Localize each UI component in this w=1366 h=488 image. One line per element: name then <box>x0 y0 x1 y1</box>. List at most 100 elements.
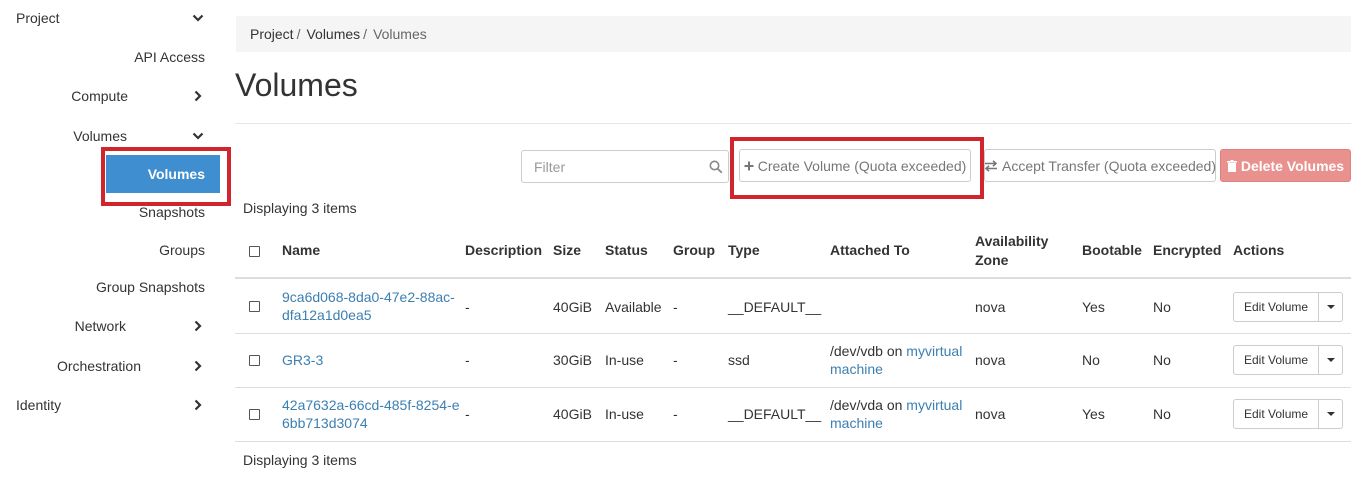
table-header: Name Description Size Status Group Type … <box>235 224 1351 279</box>
column-header-encrypted[interactable]: Encrypted <box>1153 241 1221 260</box>
cell-description: - <box>465 299 470 315</box>
column-header-name[interactable]: Name <box>282 241 320 260</box>
column-header-attached-to[interactable]: Attached To <box>830 241 910 260</box>
delete-volumes-button[interactable]: Delete Volumes <box>1220 149 1351 182</box>
sidebar-item-volumes-group[interactable]: Volumes <box>73 128 127 144</box>
sidebar-item-label: Compute <box>71 88 128 104</box>
trash-icon <box>1226 159 1237 172</box>
column-header-size[interactable]: Size <box>553 241 581 260</box>
instance-link[interactable]: machine <box>830 415 883 431</box>
sidebar-item-volumes[interactable]: Volumes <box>106 155 220 193</box>
cell-type: ssd <box>728 352 750 368</box>
select-all-checkbox[interactable] <box>249 246 260 257</box>
actions-dropdown-toggle[interactable] <box>1319 292 1344 322</box>
cell-group: - <box>673 352 678 368</box>
sidebar-item-label: Volumes <box>73 128 127 144</box>
breadcrumb-item[interactable]: Project <box>250 26 294 42</box>
sidebar-item-api-access[interactable]: API Access <box>134 49 205 65</box>
sidebar-item-compute[interactable]: Compute <box>71 88 128 104</box>
cell-encrypted: No <box>1153 406 1171 422</box>
edit-volume-button[interactable]: Edit Volume <box>1233 292 1320 322</box>
sidebar-item-label: Group Snapshots <box>96 279 205 295</box>
caret-down-icon <box>1326 412 1335 416</box>
attached-device: /dev/vda <box>830 397 883 413</box>
volume-name-line: 42a7632a-66cd-485f-8254-e <box>282 397 460 413</box>
caret-down-icon <box>1326 305 1335 309</box>
attached-device: /dev/vdb <box>830 343 883 359</box>
cell-group: - <box>673 299 678 315</box>
plus-icon <box>744 161 754 171</box>
attached-on: on <box>886 343 903 359</box>
column-header-line: Availability <box>975 233 1049 249</box>
create-volume-button[interactable]: Create Volume (Quota exceeded) <box>739 149 971 182</box>
chevron-right-icon[interactable] <box>192 90 204 102</box>
sidebar-item-label: Identity <box>16 397 62 413</box>
chevron-down-icon[interactable] <box>192 12 204 24</box>
cell-encrypted: No <box>1153 299 1171 315</box>
attached-on: on <box>886 397 903 413</box>
breadcrumb-separator: / <box>363 26 368 42</box>
instance-link[interactable]: machine <box>830 361 883 377</box>
row-actions: Edit Volume <box>1233 292 1344 322</box>
column-header-bootable[interactable]: Bootable <box>1082 241 1142 260</box>
sidebar-item-identity[interactable]: Identity <box>16 397 61 413</box>
filter-input[interactable] <box>522 151 702 182</box>
column-header-type[interactable]: Type <box>728 241 760 260</box>
column-header-group[interactable]: Group <box>673 241 715 260</box>
cell-size: 40GiB <box>553 406 592 422</box>
sidebar-item-label: API Access <box>134 49 205 65</box>
volume-name-line: dfa12a1d0ea5 <box>282 307 372 323</box>
sidebar-item-group-snapshots[interactable]: Group Snapshots <box>96 279 205 295</box>
cell-status: In-use <box>605 352 644 368</box>
create-volume-label: Create Volume (Quota exceeded) <box>757 157 967 174</box>
table-row: 42a7632a-66cd-485f-8254-e 6bb713d3074 - … <box>235 388 1351 442</box>
cell-availability-zone: nova <box>975 406 1006 422</box>
row-actions: Edit Volume <box>1233 399 1344 429</box>
chevron-right-icon[interactable] <box>192 399 204 411</box>
cell-status: Available <box>605 299 662 315</box>
chevron-down-icon[interactable] <box>192 130 204 142</box>
cell-bootable: No <box>1082 352 1100 368</box>
sidebar-item-label: Snapshots <box>138 204 205 220</box>
column-header-line: Zone <box>975 252 1009 268</box>
volume-name-link[interactable]: 9ca6d068-8da0-47e2-88ac- dfa12a1d0ea5 <box>282 288 455 324</box>
cell-description: - <box>465 352 470 368</box>
chevron-right-icon[interactable] <box>192 320 204 332</box>
exchange-icon <box>984 159 998 172</box>
volume-name-link[interactable]: 42a7632a-66cd-485f-8254-e 6bb713d3074 <box>282 396 459 432</box>
search-icon[interactable] <box>709 160 723 174</box>
chevron-right-icon[interactable] <box>192 360 204 372</box>
sidebar-item-groups[interactable]: Groups <box>159 242 205 258</box>
cell-group: - <box>673 406 678 422</box>
sidebar-item-orchestration[interactable]: Orchestration <box>57 358 141 374</box>
accept-transfer-button[interactable]: Accept Transfer (Quota exceeded) <box>984 149 1216 182</box>
column-header-description[interactable]: Description <box>465 241 542 260</box>
sidebar-item-project[interactable]: Project <box>16 10 60 26</box>
display-count-bottom: Displaying 3 items <box>243 452 357 468</box>
cell-attached-to: /dev/vdb on myvirtual machine <box>830 342 962 378</box>
instance-link[interactable]: myvirtual <box>906 397 962 413</box>
instance-link[interactable]: myvirtual <box>906 343 962 359</box>
column-header-status[interactable]: Status <box>605 241 648 260</box>
edit-volume-button[interactable]: Edit Volume <box>1233 345 1320 375</box>
row-checkbox[interactable] <box>249 355 260 366</box>
row-actions: Edit Volume <box>1233 345 1344 375</box>
actions-dropdown-toggle[interactable] <box>1319 399 1344 429</box>
cell-type: __DEFAULT__ <box>728 299 822 315</box>
table-row: GR3-3 - 30GiB In-use - ssd /dev/vdb on m… <box>235 334 1351 388</box>
cell-size: 40GiB <box>553 299 592 315</box>
column-header-availability-zone[interactable]: Availability Zone <box>975 232 1048 270</box>
actions-dropdown-toggle[interactable] <box>1319 345 1344 375</box>
cell-status: In-use <box>605 406 644 422</box>
row-checkbox[interactable] <box>249 409 260 420</box>
edit-volume-button[interactable]: Edit Volume <box>1233 399 1320 429</box>
sidebar-item-snapshots[interactable]: Snapshots <box>139 204 205 220</box>
volume-name-link[interactable]: GR3-3 <box>282 351 323 369</box>
sidebar-item-network[interactable]: Network <box>75 318 126 334</box>
row-checkbox[interactable] <box>249 301 260 312</box>
sidebar-item-label: Volumes <box>147 166 205 182</box>
breadcrumb-item: Volumes <box>373 26 427 42</box>
sidebar-item-label: Orchestration <box>56 358 141 374</box>
breadcrumb-item[interactable]: Volumes <box>306 26 360 42</box>
cell-type: __DEFAULT__ <box>728 406 822 422</box>
